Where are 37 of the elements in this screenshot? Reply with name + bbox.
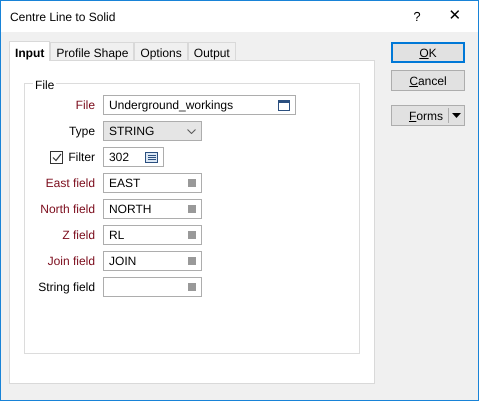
field-selector[interactable]: EAST — [103, 173, 202, 193]
field-label: Join field — [48, 253, 95, 270]
chevron-down-icon — [187, 128, 196, 134]
list-icon[interactable] — [188, 231, 196, 239]
tab[interactable]: Profile Shape — [50, 42, 134, 60]
filter-checkbox[interactable] — [50, 150, 64, 164]
table-icon[interactable] — [145, 152, 158, 162]
list-icon[interactable] — [188, 205, 196, 213]
window-title: Centre Line to Solid — [10, 8, 116, 26]
dropdown-arrow-icon[interactable] — [452, 113, 461, 118]
field-selector[interactable] — [103, 277, 202, 297]
field-selector[interactable]: RL — [103, 225, 202, 245]
tab[interactable]: Output — [188, 42, 236, 60]
checkmark-icon — [52, 152, 62, 162]
tab[interactable]: Input — [9, 41, 50, 61]
tab[interactable]: Options — [134, 42, 188, 60]
field-label: Z field — [62, 227, 95, 244]
list-icon[interactable] — [188, 179, 196, 187]
help-button[interactable]: ? — [402, 6, 432, 26]
dialog-button[interactable]: OK — [391, 42, 465, 63]
field-selector[interactable]: JOIN — [103, 251, 202, 271]
type-dropdown[interactable]: STRING — [103, 121, 202, 141]
file-field[interactable]: Underground_workings — [103, 95, 296, 115]
forms-button[interactable]: Forms — [391, 105, 465, 126]
field-selector[interactable]: NORTH — [103, 199, 202, 219]
browse-icon[interactable] — [278, 100, 290, 110]
field-label: Filter — [68, 149, 95, 166]
filter-field[interactable]: 302 — [103, 147, 164, 167]
dialog-button[interactable]: Cancel — [391, 70, 465, 91]
field-label: East field — [46, 175, 95, 192]
field-label: String field — [38, 279, 95, 296]
field-label: File — [76, 97, 95, 114]
close-button[interactable]: ✕ — [432, 5, 478, 28]
field-label: Type — [68, 123, 95, 140]
field-label: North field — [40, 201, 95, 218]
list-icon[interactable] — [188, 257, 196, 265]
list-icon[interactable] — [188, 283, 196, 291]
